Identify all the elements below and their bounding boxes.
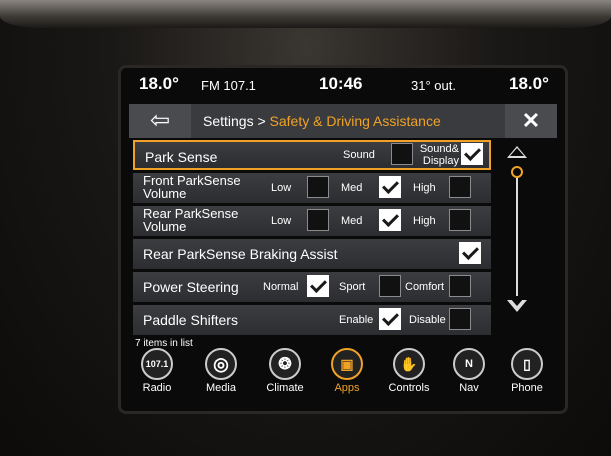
nav-controls-label: Controls — [388, 382, 430, 394]
rear-med-label: Med — [341, 215, 363, 227]
radio-icon: 107.1 — [141, 348, 173, 380]
row-paddle-shifters: Paddle Shifters Enable Disable — [133, 305, 491, 335]
rear-volume-label: Rear ParkSense Volume — [143, 207, 238, 233]
clock: 10:46 — [319, 74, 363, 93]
rear-high-label: High — [413, 215, 436, 227]
nav-climate[interactable]: ❂ Climate — [255, 348, 315, 394]
steering-comfort-label: Comfort — [405, 281, 445, 293]
back-arrow-icon: ⇦ — [149, 107, 171, 134]
rear-high-checkbox[interactable] — [449, 209, 471, 231]
breadcrumb: Settings > Safety & Driving Assistance — [203, 113, 441, 129]
park-sense-label: Park Sense — [145, 149, 218, 165]
nav-radio[interactable]: 107.1 Radio — [127, 348, 187, 394]
status-bar: 18.0° FM 107.1 10:46 31° out. 18.0° — [121, 68, 565, 102]
nav-phone[interactable]: ▯ Phone — [497, 348, 557, 394]
scroll-up-icon[interactable] — [507, 146, 527, 158]
controls-icon: ✋ — [393, 348, 425, 380]
nav-climate-label: Climate — [266, 382, 304, 394]
outside-temp: 31° out. — [411, 78, 456, 93]
nav-media[interactable]: ◎ Media — [191, 348, 251, 394]
front-high-label: High — [413, 182, 436, 194]
steering-comfort-checkbox[interactable] — [449, 275, 471, 297]
settings-list: Park Sense Sound Sound& Display Front Pa… — [133, 140, 491, 338]
row-power-steering: Power Steering Normal Sport Comfort — [133, 272, 491, 302]
row-rear-parksense-volume: Rear ParkSense Volume Low Med High — [133, 206, 491, 236]
breadcrumb-current: Safety & Driving Assistance — [269, 113, 441, 129]
paddle-shifters-label: Paddle Shifters — [143, 312, 238, 328]
nav-apps-label: Apps — [334, 382, 360, 394]
front-volume-label: Front ParkSense Volume — [143, 174, 241, 200]
paddle-disable-checkbox[interactable] — [449, 308, 471, 330]
rear-low-label: Low — [271, 215, 292, 227]
scroll-down-icon[interactable] — [507, 298, 527, 312]
scroll-track[interactable] — [516, 170, 518, 296]
front-low-checkbox[interactable] — [307, 176, 329, 198]
power-steering-label: Power Steering — [143, 279, 239, 295]
sound-checkbox[interactable] — [391, 143, 413, 165]
driver-temp[interactable]: 18.0° — [139, 74, 179, 94]
row-front-parksense-volume: Front ParkSense Volume Low Med High — [133, 173, 491, 203]
nav-phone-label: Phone — [511, 382, 543, 394]
sound-display-checkbox[interactable] — [461, 143, 483, 165]
front-high-checkbox[interactable] — [449, 176, 471, 198]
sound-option-label: Sound — [343, 149, 375, 161]
steering-normal-label: Normal — [263, 281, 299, 293]
rear-low-checkbox[interactable] — [307, 209, 329, 231]
back-button[interactable]: ⇦ — [129, 104, 191, 138]
scroll-thumb[interactable] — [511, 166, 523, 178]
close-icon: ✕ — [521, 108, 541, 133]
paddle-enable-label: Enable — [339, 314, 374, 326]
nav-icon: N — [453, 348, 485, 380]
nav-controls[interactable]: ✋ Controls — [379, 348, 439, 394]
passenger-temp[interactable]: 18.0° — [509, 74, 549, 94]
nav-apps[interactable]: ▣ Apps — [317, 348, 377, 394]
radio-station[interactable]: FM 107.1 — [201, 78, 256, 93]
climate-icon: ❂ — [269, 348, 301, 380]
braking-assist-label: Rear ParkSense Braking Assist — [143, 246, 338, 262]
apps-icon: ▣ — [331, 348, 363, 380]
braking-assist-checkbox[interactable] — [459, 242, 481, 264]
bottom-nav: 107.1 Radio ◎ Media ❂ Climate ▣ Apps ✋ C… — [121, 344, 565, 408]
infotainment-screen: 18.0° FM 107.1 10:46 31° out. 18.0° ⇦ Se… — [118, 65, 568, 414]
scrollbar[interactable] — [499, 146, 539, 322]
sound-display-option-label: Sound& Display — [419, 143, 459, 167]
nav-media-label: Media — [206, 382, 236, 394]
row-park-sense[interactable]: Park Sense Sound Sound& Display — [133, 140, 491, 170]
media-icon: ◎ — [205, 348, 237, 380]
nav-nav-label: Nav — [459, 382, 479, 394]
phone-icon: ▯ — [511, 348, 543, 380]
breadcrumb-root[interactable]: Settings > — [203, 113, 270, 129]
paddle-disable-label: Disable — [409, 314, 446, 326]
steering-sport-checkbox[interactable] — [379, 275, 401, 297]
nav-radio-label: Radio — [142, 382, 172, 394]
rear-volume-label-line2: Volume — [143, 219, 187, 234]
title-bar: ⇦ Settings > Safety & Driving Assistance… — [129, 104, 557, 138]
row-rear-braking-assist[interactable]: Rear ParkSense Braking Assist — [133, 239, 491, 269]
front-low-label: Low — [271, 182, 292, 194]
steering-normal-checkbox[interactable] — [307, 275, 329, 297]
front-volume-label-line2: Volume — [143, 186, 187, 201]
nav-nav[interactable]: N Nav — [439, 348, 499, 394]
dashboard-trim — [0, 0, 611, 28]
paddle-enable-checkbox[interactable] — [379, 308, 401, 330]
close-button[interactable]: ✕ — [505, 104, 557, 138]
front-med-label: Med — [341, 182, 363, 194]
steering-sport-label: Sport — [339, 281, 366, 293]
front-med-checkbox[interactable] — [379, 176, 401, 198]
rear-med-checkbox[interactable] — [379, 209, 401, 231]
